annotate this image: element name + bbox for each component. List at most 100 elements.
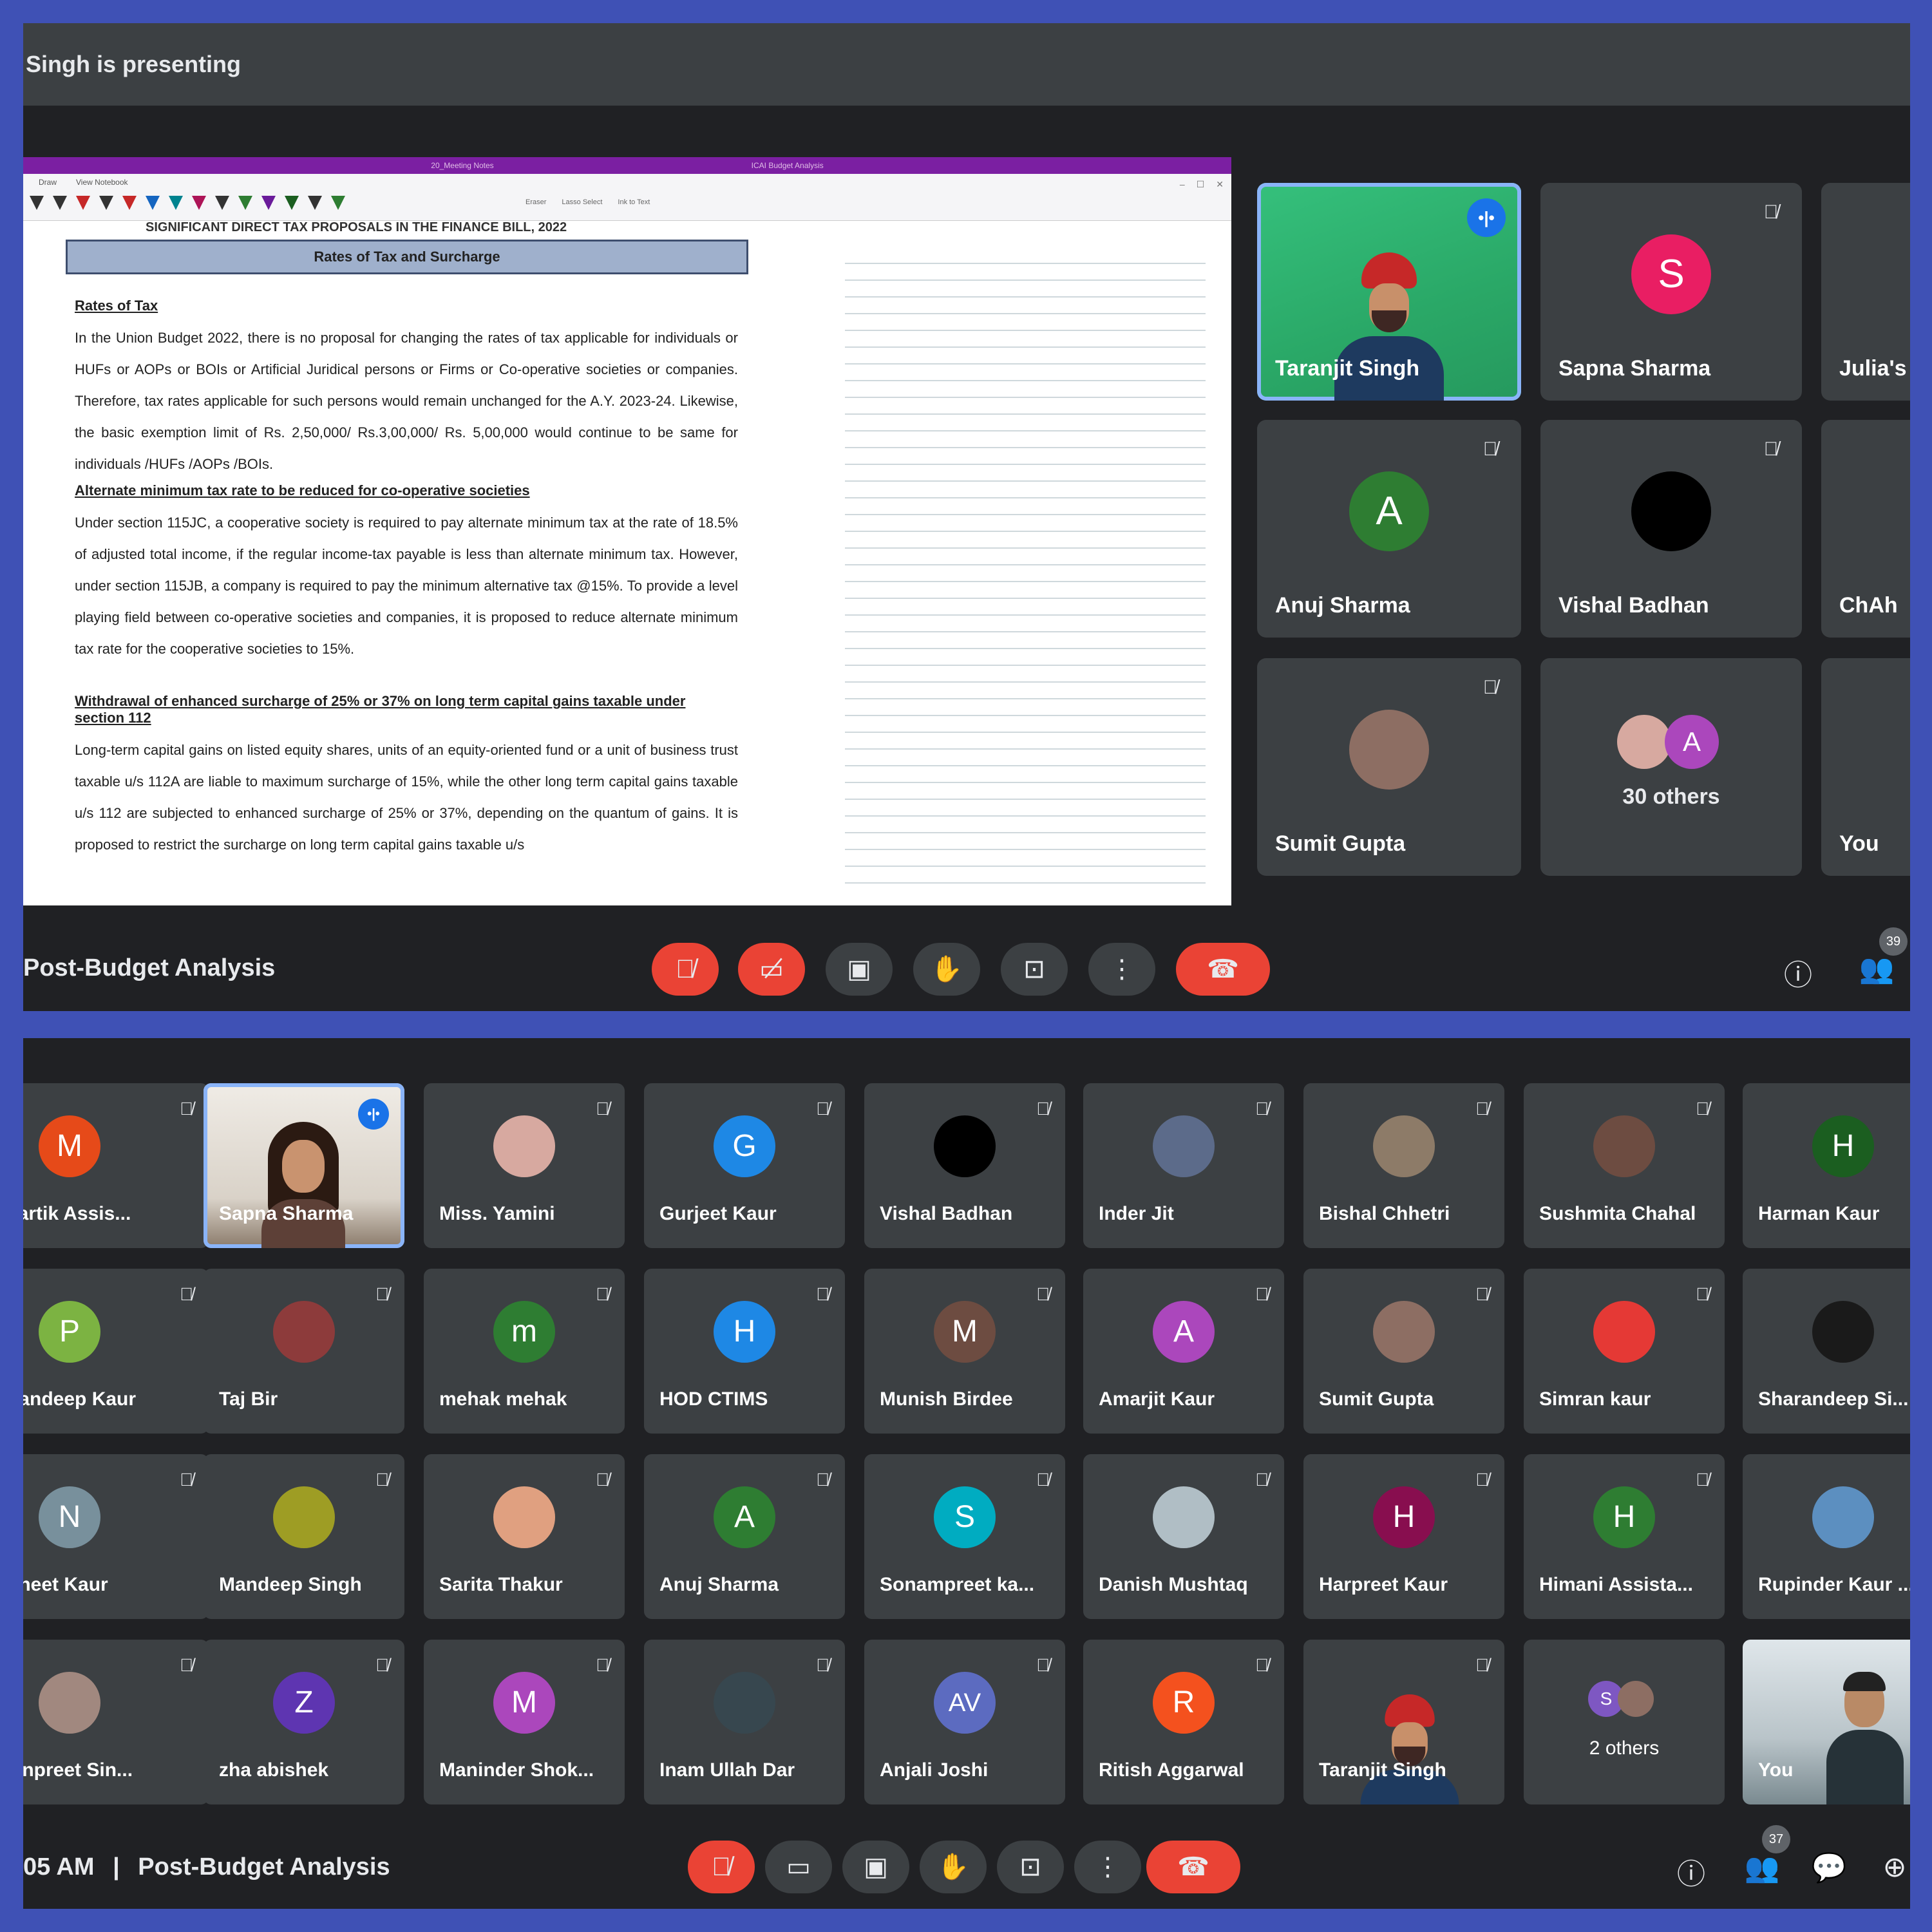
document-paragraph: Under section 115JC, a cooperative socie… — [75, 515, 738, 657]
captions-icon[interactable]: ▣ — [842, 1841, 909, 1893]
mic-off-icon[interactable]: 🎙̸ — [652, 943, 719, 996]
avatar: A — [1153, 1301, 1215, 1363]
participant-name: wandeep Kaur — [23, 1388, 137, 1410]
info-icon[interactable]: ⓘ — [1779, 952, 1817, 993]
ribbon-tab-view: View Notebook — [76, 178, 128, 187]
participant-tile[interactable]: 🎙̸ Sumit Gupta — [1303, 1269, 1504, 1434]
participant-video — [261, 1122, 345, 1248]
more-options-icon[interactable]: ⋮ — [1074, 1841, 1141, 1893]
ribbon-eraser: Eraser — [526, 198, 547, 206]
participant-tile[interactable]: AV 🎙̸ Anjali Joshi — [864, 1640, 1065, 1804]
end-call-icon[interactable]: ☎ — [1176, 943, 1270, 996]
chat-icon[interactable]: 💬 — [1810, 1851, 1848, 1884]
document-section-band: Rates of Tax and Surcharge — [66, 240, 748, 274]
camera-icon[interactable]: ▭ — [765, 1841, 832, 1893]
participant-tile[interactable]: H🎙̸Harman Kaur — [1743, 1083, 1910, 1248]
participant-name: Sumit Gupta — [1319, 1388, 1434, 1410]
participant-tile[interactable]: Z 🎙̸ zha abishek — [204, 1640, 404, 1804]
avatar — [1373, 1115, 1435, 1177]
participant-tile[interactable]: 🎙̸ Miss. Yamini — [424, 1083, 625, 1248]
participant-tile-you[interactable]: You — [1821, 658, 1910, 876]
participant-tile[interactable]: 🎙̸ Sushmita Chahal — [1524, 1083, 1725, 1248]
end-call-icon[interactable]: ☎ — [1146, 1841, 1240, 1893]
participant-name: Vishal Badhan — [880, 1203, 1013, 1224]
avatar: S — [1631, 234, 1711, 314]
participant-tile[interactable]: 🎙̸ Inam Ullah Dar — [644, 1640, 845, 1804]
participant-tile[interactable]: S 2 others — [1524, 1640, 1725, 1804]
present-icon[interactable]: ⊡ — [1001, 943, 1068, 996]
participant-tile[interactable]: H 🎙̸ HOD CTIMS — [644, 1269, 845, 1434]
participant-tile[interactable]: H 🎙̸ Harpreet Kaur — [1303, 1454, 1504, 1619]
presenting-banner: Singh is presenting — [23, 23, 1910, 106]
participant-tile-chah[interactable]: ChAh — [1821, 420, 1910, 638]
camera-off-icon[interactable]: ▭̸ — [738, 943, 805, 996]
mic-off-icon: 🎙̸ — [1255, 1470, 1269, 1490]
participant-tile-30-others[interactable]: A 30 others — [1540, 658, 1802, 876]
participant-tile[interactable]: 🎙̸ Vishal Badhan — [864, 1083, 1065, 1248]
participant-name: You — [1758, 1759, 1794, 1781]
avatar: P — [39, 1301, 100, 1363]
mic-off-icon: 🎙̸ — [180, 1099, 193, 1119]
participant-tile[interactable]: 🎙̸ Taranjit Singh — [1303, 1640, 1504, 1804]
participant-tile[interactable]: S 🎙̸ Sonampreet ka... — [864, 1454, 1065, 1619]
avatar — [1153, 1115, 1215, 1177]
participant-tile-sumit-gupta[interactable]: 🎙̸ Sumit Gupta — [1257, 658, 1521, 876]
mic-off-icon[interactable]: 🎙̸ — [688, 1841, 755, 1893]
participant-tile[interactable]: 🎙̸ Sarita Thakur — [424, 1454, 625, 1619]
participant-tile[interactable]: P 🎙̸ wandeep Kaur — [23, 1269, 209, 1434]
participant-tile-anuj-sharma[interactable]: 🎙̸ A Anuj Sharma — [1257, 420, 1521, 638]
avatar — [273, 1486, 335, 1548]
participant-name: Anuj Sharma — [1275, 593, 1410, 618]
people-icon[interactable]: 👥 — [1743, 1851, 1781, 1884]
mic-off-icon: 🎙̸ — [596, 1284, 609, 1304]
participant-name: Sapna Sharma — [219, 1203, 354, 1224]
mic-off-icon: 🎙̸ — [1036, 1655, 1050, 1675]
mic-off-icon: 🎙̸ — [1036, 1470, 1050, 1490]
participant-name: Sushmita Chahal — [1539, 1203, 1696, 1224]
document-ribbon: Draw View Notebook Eraser Lasso Select I… — [23, 174, 1231, 221]
info-icon[interactable]: ⓘ — [1672, 1851, 1710, 1892]
raise-hand-icon[interactable]: ✋ — [920, 1841, 987, 1893]
participant-tile[interactable]: 🎙̸ Mandeep Singh — [204, 1454, 404, 1619]
participant-tile[interactable]: M 🎙̸ Munish Birdee — [864, 1269, 1065, 1434]
participant-tile[interactable]: A 🎙̸ Anuj Sharma — [644, 1454, 845, 1619]
participant-tile[interactable]: M 🎙̸ Kartik Assis... — [23, 1083, 209, 1248]
participant-tile[interactable]: 🎙̸ Taj Bir — [204, 1269, 404, 1434]
mic-off-icon: 🎙̸ — [1696, 1099, 1709, 1119]
participant-tile[interactable]: 🎙̸ ranpreet Sin... — [23, 1640, 209, 1804]
participant-tile-vishal-badhan[interactable]: 🎙̸ Vishal Badhan — [1540, 420, 1802, 638]
captions-icon[interactable]: ▣ — [826, 943, 893, 996]
participant-tile[interactable]: 🎙̸ Inder Jit — [1083, 1083, 1284, 1248]
raise-hand-icon[interactable]: ✋ — [913, 943, 980, 996]
avatar: A — [1349, 471, 1429, 551]
mic-off-icon: 🎙̸ — [1036, 1284, 1050, 1304]
participant-tile[interactable]: •|• Sapna Sharma — [204, 1083, 404, 1248]
participant-tile[interactable]: You — [1743, 1640, 1910, 1804]
participant-name: Miss. Yamini — [439, 1203, 555, 1224]
people-icon[interactable]: 👥 — [1857, 952, 1896, 985]
participant-tile[interactable]: N 🎙̸ wneet Kaur — [23, 1454, 209, 1619]
activities-icon[interactable]: ⊕ — [1875, 1851, 1910, 1884]
participant-name: Kartik Assis... — [23, 1203, 131, 1224]
participant-tile[interactable]: A 🎙̸ Amarjit Kaur — [1083, 1269, 1284, 1434]
participant-tile[interactable]: M 🎙̸ Maninder Shok... — [424, 1640, 625, 1804]
participant-tile-taranjit-singh[interactable]: •|• Taranjit Singh — [1257, 183, 1521, 401]
participant-name: Julia's — [1839, 356, 1907, 381]
people-count-badge: 39 — [1879, 927, 1908, 956]
participant-tile[interactable]: 🎙̸Sharandeep Si... — [1743, 1269, 1910, 1434]
participant-tile[interactable]: 🎙̸ Simran kaur — [1524, 1269, 1725, 1434]
participant-tile-julia[interactable]: Julia's — [1821, 183, 1910, 401]
participant-tile[interactable]: m 🎙̸ mehak mehak — [424, 1269, 625, 1434]
participant-tile-sapna-sharma[interactable]: 🎙̸ S Sapna Sharma — [1540, 183, 1802, 401]
participant-tile[interactable]: 🎙̸Rupinder Kaur ... — [1743, 1454, 1910, 1619]
participant-tile[interactable]: R 🎙̸ Ritish Aggarwal — [1083, 1640, 1284, 1804]
participant-tile[interactable]: H 🎙̸ Himani Assista... — [1524, 1454, 1725, 1619]
present-icon[interactable]: ⊡ — [997, 1841, 1064, 1893]
more-options-icon[interactable]: ⋮ — [1088, 943, 1155, 996]
participant-tile[interactable]: 🎙̸ Danish Mushtaq — [1083, 1454, 1284, 1619]
participant-name: ChAh — [1839, 593, 1898, 618]
mic-off-icon: 🎙̸ — [375, 1284, 389, 1304]
participant-tile[interactable]: G 🎙̸ Gurjeet Kaur — [644, 1083, 845, 1248]
pen-icon — [215, 196, 229, 210]
participant-tile[interactable]: 🎙̸ Bishal Chhetri — [1303, 1083, 1504, 1248]
